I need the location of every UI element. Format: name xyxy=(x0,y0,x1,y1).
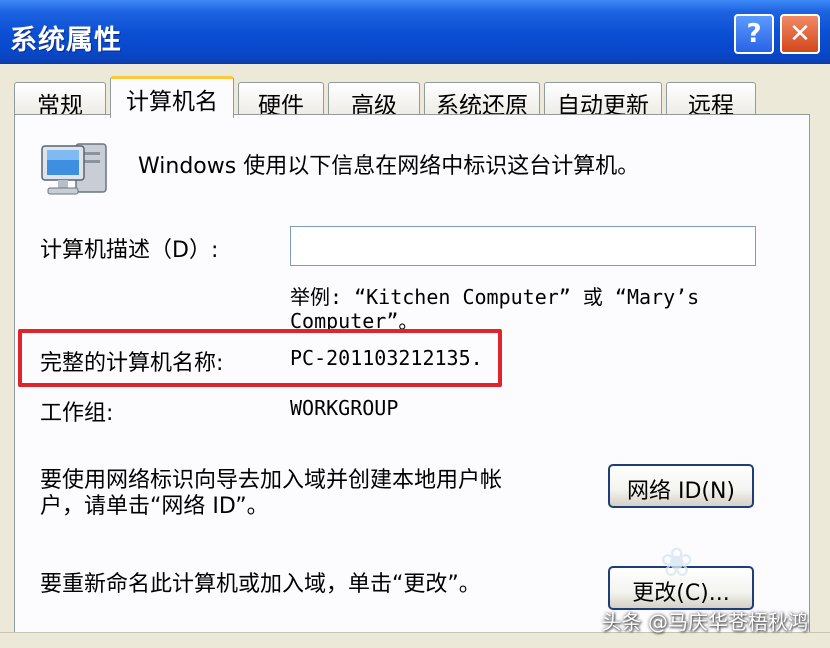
tab-general[interactable]: 常规 xyxy=(14,82,106,119)
tab-remote[interactable]: 远程 xyxy=(666,82,756,119)
help-icon: ? xyxy=(746,19,762,49)
network-id-button[interactable]: 网络 ID(N) xyxy=(608,464,754,508)
computer-icon xyxy=(41,143,107,195)
computer-description-input[interactable] xyxy=(290,226,756,266)
system-properties-window: 系统属性 ? ✕ 常规 计算机名 硬件 高级 系统还原 自动更新 远程 Wind… xyxy=(0,0,830,648)
workgroup-label: 工作组: xyxy=(40,401,114,426)
close-button[interactable]: ✕ xyxy=(780,14,820,54)
rename-instructions: 要重新命名此计算机或加入域，单击“更改”。 xyxy=(40,572,481,597)
window-title: 系统属性 xyxy=(10,25,122,56)
tab-hardware[interactable]: 硬件 xyxy=(238,82,324,119)
tab-advanced[interactable]: 高级 xyxy=(328,82,420,119)
tab-strip: 常规 计算机名 硬件 高级 系统还原 自动更新 远程 xyxy=(14,76,814,119)
close-icon: ✕ xyxy=(789,19,811,49)
tab-automatic-updates[interactable]: 自动更新 xyxy=(544,82,662,119)
full-computer-name-value: PC-201103212135. xyxy=(290,346,483,370)
network-id-instructions-line2: 户，请单击“网络 ID”。 xyxy=(40,494,269,519)
workgroup-value: WORKGROUP xyxy=(290,396,399,420)
tab-system-restore[interactable]: 系统还原 xyxy=(424,82,540,119)
tab-computer-name[interactable]: 计算机名 xyxy=(110,76,234,118)
watermark-text: 头条 @马庆华苍梧秋鸿 xyxy=(601,610,808,634)
intro-text: Windows 使用以下信息在网络中标识这台计算机。 xyxy=(138,154,640,179)
paw-watermark-icon: ❀ xyxy=(660,540,694,586)
title-bar[interactable]: 系统属性 ? ✕ xyxy=(0,0,830,64)
full-computer-name-label: 完整的计算机名称: xyxy=(40,351,224,376)
help-button[interactable]: ? xyxy=(734,14,774,54)
computer-description-label: 计算机描述（D）: xyxy=(40,238,219,263)
